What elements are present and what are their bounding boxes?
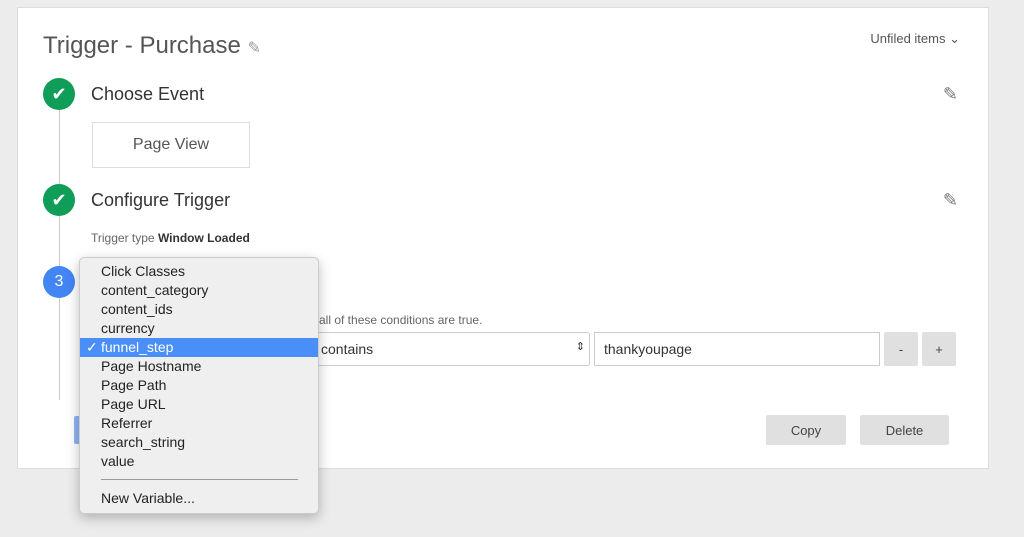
folder-selector[interactable]: Unfiled items ⌄ [870,31,960,47]
folder-label: Unfiled items [870,31,946,46]
step-connector [59,110,60,400]
dropdown-item-selected[interactable]: ✓ funnel_step [80,338,318,357]
step-title-choose-event: Choose Event [91,84,205,104]
dropdown-item[interactable]: content_ids [80,300,318,319]
updown-icon: ⇕ [575,341,585,353]
title-text: Trigger - Purchase [43,32,241,59]
edit-title-icon[interactable]: ✎ [248,40,261,57]
dropdown-item[interactable]: Click Classes [80,262,318,281]
new-variable-item[interactable]: New Variable... [80,489,318,508]
operator-value: contains [321,341,374,357]
conditions-text: all of these conditions are true. [319,313,483,327]
dropdown-item[interactable]: Page URL [80,395,318,414]
edit-config-icon[interactable]: ✎ [943,190,958,211]
copy-button[interactable]: Copy [766,415,846,445]
dropdown-divider [101,479,298,480]
checkmark-icon: ✓ [86,339,98,355]
add-condition-button[interactable]: + [922,332,956,366]
trigger-type-value: Window Loaded [157,231,250,245]
dropdown-item[interactable]: currency [80,319,318,338]
dropdown-item[interactable]: Page Path [80,376,318,395]
page-title: Trigger - Purchase ✎ [43,32,261,60]
step-number: 3 [43,266,75,298]
variable-dropdown[interactable]: Click Classes content_category content_i… [79,257,319,514]
dropdown-item[interactable]: Page Hostname [80,357,318,376]
dropdown-item[interactable]: value [80,452,318,471]
edit-event-icon[interactable]: ✎ [943,84,958,105]
operator-select[interactable]: contains ⇕ [308,332,590,366]
event-tile[interactable]: Page View [92,122,250,168]
check-icon: ✔ [43,184,75,216]
dropdown-item[interactable]: search_string [80,433,318,452]
dropdown-item[interactable]: Referrer [80,414,318,433]
dropdown-item-label: funnel_step [101,339,174,355]
chevron-down-icon: ⌄ [949,31,960,46]
value-input[interactable]: thankyoupage [594,332,880,366]
trigger-type-label: Trigger type [91,231,155,245]
check-icon: ✔ [43,78,75,110]
remove-condition-button[interactable]: - [884,332,918,366]
trigger-type: Trigger type Window Loaded [91,231,250,245]
dropdown-item[interactable]: content_category [80,281,318,300]
step-title-configure-trigger: Configure Trigger [91,190,231,210]
delete-button[interactable]: Delete [860,415,949,445]
